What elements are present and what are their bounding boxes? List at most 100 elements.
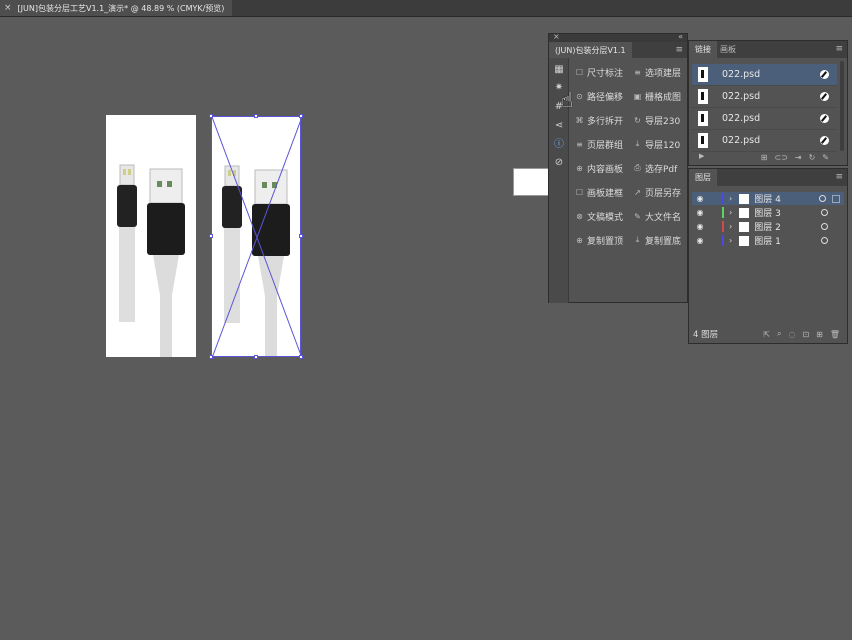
resize-handle[interactable] [299,355,303,359]
frame-icon: ☐ [575,187,584,197]
expand-arrow-icon[interactable]: › [729,222,732,231]
tab-plugin[interactable]: (JUN)包装分层V1.1 [549,42,632,58]
button-option-layers[interactable]: ≡ 选项建层 [633,65,681,79]
panel-drag-bar[interactable]: × « [549,32,687,42]
visibility-eye-icon[interactable]: ◉ [695,194,705,203]
button-save-layers-as[interactable]: ↗ 页层另存 [633,185,681,199]
link-row[interactable]: 022.psd [692,86,837,108]
resize-handle[interactable] [299,234,303,238]
target-circle-icon[interactable] [821,209,828,216]
panel-menu-icon[interactable]: ≡ [675,45,683,55]
link-status-icon[interactable] [820,114,829,123]
link-filename: 022.psd [722,135,761,146]
button-dimension-mark[interactable]: ☐ 尺寸标注 [575,65,623,79]
button-label: 尺寸标注 [587,68,624,79]
resize-handle[interactable] [299,114,303,118]
link-row[interactable]: 022.psd [692,64,837,86]
button-export-230[interactable]: ↻ 导层230 [633,113,680,127]
document-tab[interactable]: × [JUN]包装分层工艺V1.1_演示* @ 48.89 % (CMYK/预览… [0,0,233,16]
button-copy-to-bottom[interactable]: ⤓ 复制置底 [633,233,681,247]
layer-color-bar [722,235,724,246]
resize-handle[interactable] [209,355,213,359]
link-status-icon[interactable] [820,92,829,101]
artboard-1[interactable] [106,115,196,357]
button-split-lines[interactable]: ⌘ 多行拆开 [575,113,624,127]
button-export-120[interactable]: ⤓ 导层120 [633,137,680,151]
layer-color-bar [722,207,724,218]
expand-arrow-icon[interactable]: › [729,236,732,245]
button-content-artboard[interactable]: ⊕ 内容画板 [575,161,623,175]
artboard-2[interactable] [211,116,301,357]
relink-icon[interactable]: ⊂⊃ [774,153,787,162]
trash-icon[interactable]: 🗑 [830,330,840,339]
info-icon[interactable]: ⓘ [553,139,565,151]
button-document-mode[interactable]: ⊗ 文稿模式 [575,209,623,223]
resize-handle[interactable] [209,114,213,118]
target-circle-icon[interactable] [821,237,828,244]
visibility-eye-icon[interactable]: ◉ [695,208,705,217]
update-icon[interactable]: ↻ [809,153,816,162]
layer-row[interactable]: ◉ › 图层 1 [692,234,844,247]
button-rasterize[interactable]: ▣ 栅格成图 [633,89,681,103]
target-circle-icon[interactable] [821,223,828,230]
visibility-eye-icon[interactable]: ◉ [695,222,705,231]
panel-menu-icon[interactable]: ≡ [835,172,843,182]
close-tab-icon[interactable]: × [4,3,12,13]
new-sublayer-icon[interactable]: ⊡ [802,330,809,339]
expand-arrow-icon[interactable]: › [729,194,732,203]
button-label: 页层群组 [587,140,624,151]
tab-links[interactable]: 链接 [689,41,717,58]
selection-square-icon[interactable] [832,194,840,203]
button-label: 文稿模式 [587,212,624,223]
button-uppercase-filename[interactable]: ✎ 大文件名 [633,209,681,223]
layer-name[interactable]: 图层 4 [754,192,819,205]
collapse-panel-icon[interactable]: « [678,32,683,41]
pen-icon: ✎ [634,211,641,221]
expand-arrow-icon[interactable]: › [729,208,732,217]
layer-name[interactable]: 图层 1 [754,234,821,247]
plugin-panel: × « (JUN)包装分层V1.1 ≡ ▦ ✷ # ⋖ ⓘ ⊘ ☐ 尺寸标注 ≡ 选… [548,32,688,303]
close-panel-icon[interactable]: × [553,32,560,41]
resize-handle[interactable] [254,355,258,359]
layer-row[interactable]: ◉ › 图层 4 [692,192,844,205]
link-row[interactable]: 022.psd [692,108,837,130]
link-thumbnail [698,89,708,104]
link-status-icon[interactable] [820,136,829,145]
layer-row[interactable]: ◉ › 图层 3 [692,206,844,219]
panel-menu-icon[interactable]: ≡ [835,44,843,54]
links-scrollbar[interactable] [840,61,844,151]
search-icon[interactable]: ⌕ [777,329,781,339]
button-group-layers[interactable]: ≡ 页层群组 [575,137,623,151]
tab-layers[interactable]: 图层 [689,169,717,186]
button-save-pdf[interactable]: ⎙ 选存Pdf [633,161,677,175]
export-icon[interactable]: ⇱ [763,330,770,339]
link-status-icon[interactable] [820,70,829,79]
visibility-eye-icon[interactable]: ◉ [695,236,705,245]
new-layer-icon[interactable]: ⊞ [816,330,823,339]
small-white-rectangle[interactable] [513,168,551,196]
document-title: [JUN]包装分层工艺V1.1_演示* @ 48.89 % (CMYK/预览) [17,3,225,13]
layer-name[interactable]: 图层 2 [754,220,821,233]
list-icon: ≡ [576,139,583,149]
layer-row[interactable]: ◉ › 图层 2 [692,220,844,233]
grid-icon[interactable]: ▦ [553,64,565,76]
goto-icon[interactable]: ⇥ [795,153,802,162]
button-label: 复制置底 [645,236,682,247]
layer-name[interactable]: 图层 3 [754,206,821,219]
button-artboard-frame[interactable]: ☐ 画板建框 [575,185,623,199]
button-path-offset[interactable]: ⊙ 路径偏移 [575,89,623,103]
play-icon[interactable]: ▶ [699,152,704,160]
layer-thumbnail [739,207,750,218]
layer-count: 4 图层 [693,330,719,340]
tab-artboards[interactable]: 画板 [714,41,742,58]
link-icon[interactable]: ⊘ [553,157,565,169]
target-circle-icon[interactable] [819,195,826,202]
clip-mask-icon[interactable]: ◌ [788,330,795,339]
button-copy-to-top[interactable]: ⊕ 复制置顶 [575,233,623,247]
share-icon[interactable]: ⋖ [553,120,565,132]
resize-handle[interactable] [209,234,213,238]
place-icon[interactable]: ⊞ [761,153,768,162]
resize-handle[interactable] [254,114,258,118]
layers-footer: 4 图层 ⇱ ⌕ ◌ ⊡ ⊞ 🗑 [689,325,847,343]
edit-icon[interactable]: ✎ [822,153,829,162]
